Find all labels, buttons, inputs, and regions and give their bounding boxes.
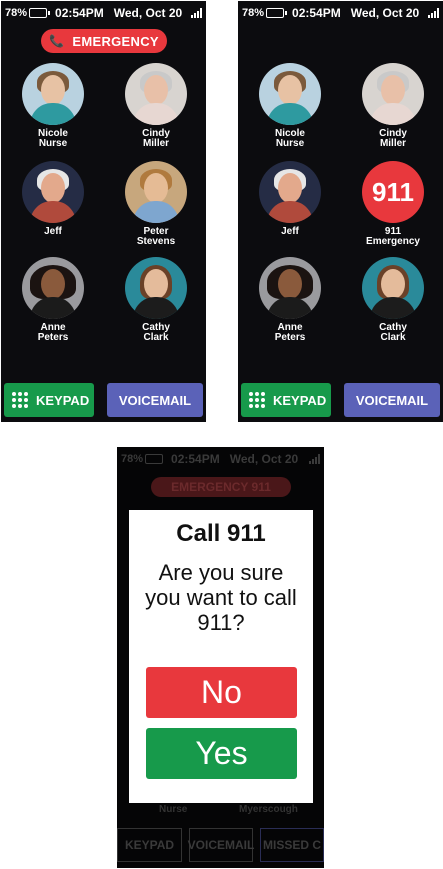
no-button[interactable]: No <box>146 667 297 718</box>
voicemail-button[interactable]: VOICEMAIL <box>107 383 203 417</box>
contact-anne-peters[interactable]: Anne Peters <box>245 257 335 343</box>
contact-anne-peters[interactable]: Anne Peters <box>8 257 98 343</box>
phone-screen-home: 78% 02:54PM Wed, Oct 20 📞 EMERGENCY Nico… <box>1 1 206 422</box>
contact-name: Cindy Miller <box>379 128 407 149</box>
avatar <box>22 161 84 223</box>
status-bar: 78% 02:54PM Wed, Oct 20 <box>238 1 443 25</box>
clock: 02:54PM <box>292 6 341 20</box>
contact-jeff[interactable]: Jeff <box>245 161 335 237</box>
avatar <box>259 63 321 125</box>
avatar <box>125 257 187 319</box>
emergency-911-button-dimmed: EMERGENCY 911 <box>151 477 291 497</box>
avatar <box>125 161 187 223</box>
avatar <box>362 257 424 319</box>
keypad-label: KEYPAD <box>36 392 90 408</box>
contact-peter-stevens[interactable]: Peter Stevens <box>111 161 201 247</box>
background-contact-label: Myerscough <box>239 804 298 815</box>
contact-name: Anne Peters <box>274 322 306 343</box>
clock: 02:54PM <box>171 452 220 466</box>
contact-name: Cathy Clark <box>379 322 407 343</box>
contact-nicole-nurse[interactable]: Nicole Nurse <box>245 63 335 149</box>
keypad-icon <box>12 392 28 408</box>
battery-level: 78% <box>5 7 28 19</box>
phone-screen-911: 78% 02:54PM Wed, Oct 20 Nicole Nurse Cind… <box>238 1 443 422</box>
voicemail-button-dimmed: VOICEMAIL <box>188 828 254 862</box>
missed-calls-button-dimmed: MISSED C <box>260 828 324 862</box>
contact-name: Jeff <box>44 226 62 237</box>
keypad-button-dimmed: KEYPAD <box>117 828 182 862</box>
avatar <box>362 63 424 125</box>
avatar <box>259 257 321 319</box>
emergency-button[interactable]: 📞 EMERGENCY <box>41 29 167 53</box>
phone-screen-confirm-call: 78% 02:54PM Wed, Oct 20 EMERGENCY 911 Nu… <box>117 447 324 868</box>
avatar <box>22 63 84 125</box>
signal-icon <box>191 8 202 18</box>
emergency-label: EMERGENCY <box>72 33 159 49</box>
contact-name: Nicole Nurse <box>37 128 68 149</box>
voicemail-label: VOICEMAIL <box>118 392 192 408</box>
confirm-call-dialog: Call 911 Are you sure you want to call 9… <box>129 510 313 803</box>
contact-nicole-nurse[interactable]: Nicole Nurse <box>8 63 98 149</box>
battery-icon <box>145 454 164 464</box>
keypad-icon <box>249 392 265 408</box>
date: Wed, Oct 20 <box>113 6 183 20</box>
battery-icon <box>29 8 51 18</box>
voicemail-button[interactable]: VOICEMAIL <box>344 383 440 417</box>
contact-cindy-miller[interactable]: Cindy Miller <box>348 63 438 149</box>
battery-level: 78% <box>242 7 265 19</box>
background-contact-label: Nurse <box>159 804 188 815</box>
contact-911-emergency[interactable]: 911 911 Emergency <box>348 161 438 247</box>
emergency-911-circle: 911 <box>362 161 424 223</box>
battery-icon <box>266 8 288 18</box>
battery-level: 78% <box>121 453 144 465</box>
contact-name: 911 Emergency <box>366 226 420 247</box>
contact-name: Jeff <box>281 226 299 237</box>
keypad-button[interactable]: KEYPAD <box>241 383 331 417</box>
signal-icon <box>309 454 320 464</box>
contact-jeff[interactable]: Jeff <box>8 161 98 237</box>
contact-name: Nicole Nurse <box>274 128 305 149</box>
contact-cindy-miller[interactable]: Cindy Miller <box>111 63 201 149</box>
contact-name: Cathy Clark <box>142 322 170 343</box>
signal-icon <box>428 8 439 18</box>
dialog-title: Call 911 <box>176 520 266 547</box>
contact-cathy-clark[interactable]: Cathy Clark <box>111 257 201 343</box>
keypad-button[interactable]: KEYPAD <box>4 383 94 417</box>
date: Wed, Oct 20 <box>229 452 299 466</box>
clock: 02:54PM <box>55 6 104 20</box>
avatar <box>125 63 187 125</box>
status-bar: 78% 02:54PM Wed, Oct 20 <box>117 447 324 471</box>
voicemail-label: VOICEMAIL <box>355 392 429 408</box>
phone-icon: 📞 <box>49 34 65 48</box>
date: Wed, Oct 20 <box>350 6 420 20</box>
yes-button[interactable]: Yes <box>146 728 297 779</box>
avatar <box>22 257 84 319</box>
dialog-message: Are you sure you want to call 911? <box>145 560 297 635</box>
avatar <box>259 161 321 223</box>
contact-name: Anne Peters <box>37 322 69 343</box>
contact-name: Peter Stevens <box>136 226 176 247</box>
keypad-label: KEYPAD <box>273 392 327 408</box>
contact-cathy-clark[interactable]: Cathy Clark <box>348 257 438 343</box>
status-bar: 78% 02:54PM Wed, Oct 20 <box>1 1 206 25</box>
contact-name: Cindy Miller <box>142 128 170 149</box>
